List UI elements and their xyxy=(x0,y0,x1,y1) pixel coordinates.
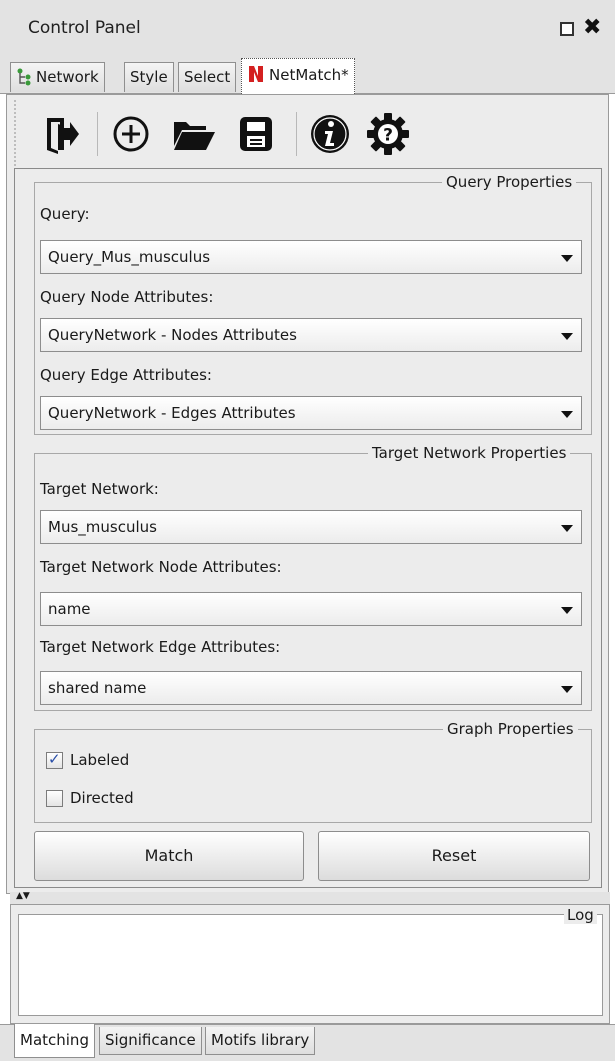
tab-network-label: Network xyxy=(36,68,99,86)
tab-significance[interactable]: Significance xyxy=(99,1027,202,1055)
close-icon[interactable]: ✖ xyxy=(583,15,601,41)
add-circle-icon[interactable] xyxy=(107,110,155,158)
query-edge-attributes-select[interactable]: QueryNetwork - Edges Attributes xyxy=(40,396,582,430)
tab-matching-label: Matching xyxy=(20,1031,89,1049)
splitter-arrows-icon[interactable]: ▲▼ xyxy=(16,891,30,901)
chevron-down-icon xyxy=(561,255,573,262)
chevron-down-icon xyxy=(561,525,573,532)
target-node-attributes-select[interactable]: name xyxy=(40,592,582,626)
tab-motifs-library-label: Motifs library xyxy=(211,1031,310,1049)
chevron-down-icon xyxy=(561,686,573,693)
tab-matching[interactable]: Matching xyxy=(14,1024,95,1058)
query-label: Query: xyxy=(40,205,90,223)
toolbar-separator xyxy=(97,112,98,156)
tab-significance-label: Significance xyxy=(105,1031,196,1049)
float-window-icon[interactable] xyxy=(560,22,574,36)
target-edge-attributes-value: shared name xyxy=(48,679,147,697)
query-node-attributes-label: Query Node Attributes: xyxy=(40,288,214,306)
tab-style-label: Style xyxy=(130,68,168,86)
target-node-attributes-label: Target Network Node Attributes: xyxy=(40,558,282,576)
help-gear-icon[interactable]: ? xyxy=(364,110,412,158)
chevron-down-icon xyxy=(561,411,573,418)
network-tree-icon xyxy=(17,68,31,86)
query-node-attributes-value: QueryNetwork - Nodes Attributes xyxy=(48,326,297,344)
tab-style[interactable]: Style xyxy=(124,62,174,92)
window-title: Control Panel xyxy=(28,18,141,38)
query-edge-attributes-label: Query Edge Attributes: xyxy=(40,366,212,384)
tab-motifs-library[interactable]: Motifs library xyxy=(205,1027,316,1055)
directed-checkbox-label[interactable]: Directed xyxy=(70,789,134,807)
target-node-attributes-value: name xyxy=(48,600,91,618)
match-button[interactable]: Match xyxy=(34,831,304,881)
tab-netmatch[interactable]: NetMatch* xyxy=(241,58,355,94)
target-network-value: Mus_musculus xyxy=(48,518,157,536)
checkmark-icon: ✓ xyxy=(48,750,61,768)
query-select-value: Query_Mus_musculus xyxy=(48,248,211,266)
save-disk-icon[interactable] xyxy=(232,110,280,158)
target-edge-attributes-label: Target Network Edge Attributes: xyxy=(40,638,281,656)
tab-select[interactable]: Select xyxy=(178,62,237,92)
info-icon[interactable] xyxy=(306,110,354,158)
query-properties-title: Query Properties xyxy=(442,173,577,191)
graph-properties-group xyxy=(34,729,592,823)
target-network-label: Target Network: xyxy=(40,480,159,498)
open-folder-icon[interactable] xyxy=(170,110,218,158)
labeled-checkbox[interactable]: ✓ xyxy=(46,750,63,769)
svg-text:?: ? xyxy=(383,126,393,146)
target-network-properties-title: Target Network Properties xyxy=(368,444,571,462)
graph-properties-title: Graph Properties xyxy=(443,720,578,738)
reset-button[interactable]: Reset xyxy=(318,831,590,881)
log-output[interactable] xyxy=(18,914,603,1016)
query-edge-attributes-value: QueryNetwork - Edges Attributes xyxy=(48,404,296,422)
query-select[interactable]: Query_Mus_musculus xyxy=(40,240,582,274)
splitter[interactable] xyxy=(10,892,610,904)
directed-checkbox[interactable] xyxy=(46,790,63,807)
tab-network[interactable]: Network xyxy=(10,62,105,92)
target-edge-attributes-select[interactable]: shared name xyxy=(40,671,582,705)
tab-netmatch-label: NetMatch* xyxy=(269,66,349,84)
chevron-down-icon xyxy=(561,607,573,614)
target-network-select[interactable]: Mus_musculus xyxy=(40,510,582,544)
log-title: Log xyxy=(564,906,597,924)
chevron-down-icon xyxy=(561,333,573,340)
tab-select-label: Select xyxy=(184,68,231,86)
netmatch-logo-icon xyxy=(249,66,263,82)
toolbar-separator xyxy=(296,112,297,156)
exit-icon[interactable] xyxy=(38,110,86,158)
query-node-attributes-select[interactable]: QueryNetwork - Nodes Attributes xyxy=(40,318,582,352)
labeled-checkbox-label[interactable]: Labeled xyxy=(70,751,129,769)
